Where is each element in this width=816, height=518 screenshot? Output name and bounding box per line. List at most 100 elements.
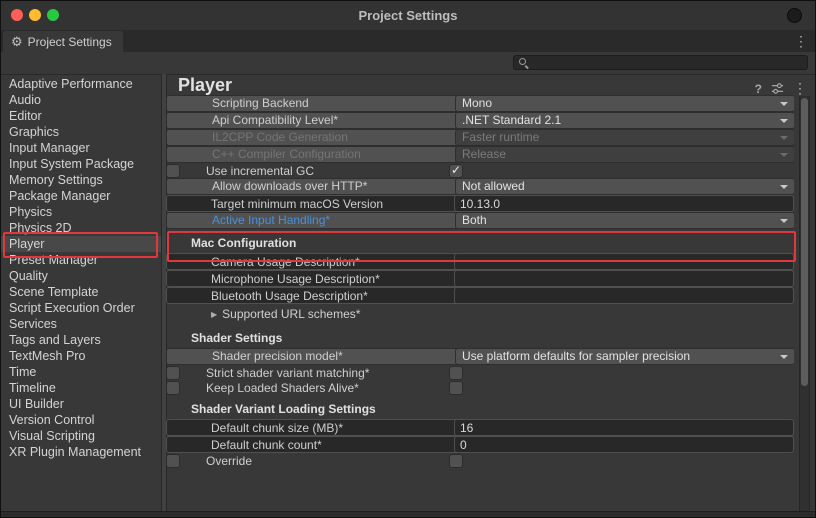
setting-label: Active Input Handling* <box>173 213 455 228</box>
setting-control <box>454 270 794 287</box>
settings-row: Mac Configuration <box>166 233 794 253</box>
tab-overflow-menu-icon[interactable]: ⋮ <box>794 32 808 50</box>
foldout-header[interactable]: ▶ Supported URL schemes* <box>166 307 448 321</box>
sidebar-item-textmesh-pro[interactable]: TextMesh Pro <box>1 348 161 364</box>
settings-row: Microphone Usage Description* <box>166 270 794 287</box>
chevron-down-icon <box>780 185 788 189</box>
setting-control: ✓ <box>449 163 789 180</box>
setting-label: Shader precision model* <box>173 349 455 364</box>
sidebar-list: Adaptive PerformanceAudioEditorGraphicsI… <box>1 76 161 460</box>
sidebar-item-scene-template[interactable]: Scene Template <box>1 284 161 300</box>
settings-row: Strict shader variant matching* <box>166 366 180 380</box>
dropdown[interactable]: Mono <box>455 95 794 112</box>
setting-label: Default chunk size (MB)* <box>172 421 454 435</box>
sidebar-item-tags-and-layers[interactable]: Tags and Layers <box>1 332 161 348</box>
chevron-down-icon <box>780 136 788 140</box>
settings-row: C++ Compiler Configuration Release <box>166 146 794 163</box>
sidebar-item-services[interactable]: Services <box>1 316 161 332</box>
setting-control: Not allowed <box>455 178 794 195</box>
checkbox[interactable] <box>449 454 463 468</box>
foldout-label-text: Supported URL schemes* <box>222 307 360 321</box>
sidebar-item-editor[interactable]: Editor <box>1 108 161 124</box>
sidebar: Adaptive PerformanceAudioEditorGraphicsI… <box>1 74 161 512</box>
kebab-menu-icon[interactable]: ⋮ <box>793 80 807 97</box>
sidebar-item-physics-2d[interactable]: Physics 2D <box>1 220 161 236</box>
setting-label: Bluetooth Usage Description* <box>172 289 454 303</box>
sidebar-item-visual-scripting[interactable]: Visual Scripting <box>1 428 161 444</box>
help-icon[interactable]: ? <box>755 82 762 96</box>
sidebar-item-timeline[interactable]: Timeline <box>1 380 161 396</box>
sidebar-item-player[interactable]: Player <box>1 236 161 252</box>
dropdown[interactable]: Use platform defaults for sampler precis… <box>455 348 794 365</box>
setting-control: Faster runtime <box>455 129 794 146</box>
search-input[interactable] <box>529 56 807 69</box>
setting-label: C++ Compiler Configuration <box>173 147 455 162</box>
text-field[interactable] <box>454 436 794 453</box>
toolbar <box>1 52 815 75</box>
sidebar-item-input-manager[interactable]: Input Manager <box>1 140 161 156</box>
settings-rows: Scripting BackendMonoApi Compatibility L… <box>166 95 794 515</box>
sidebar-item-graphics[interactable]: Graphics <box>1 124 161 140</box>
dropdown[interactable]: Not allowed <box>455 178 794 195</box>
search-box <box>513 55 808 70</box>
sidebar-item-xr-plugin-management[interactable]: XR Plugin Management <box>1 444 161 460</box>
setting-control: Release <box>455 146 794 163</box>
settings-row: Api Compatibility Level*.NET Standard 2.… <box>166 112 794 129</box>
setting-control <box>454 287 794 304</box>
sidebar-item-quality[interactable]: Quality <box>1 268 161 284</box>
settings-row: Override <box>166 454 180 468</box>
section-header: Mac Configuration <box>166 236 586 250</box>
setting-control <box>454 195 794 212</box>
sidebar-item-physics[interactable]: Physics <box>1 204 161 220</box>
dropdown-value: Use platform defaults for sampler precis… <box>462 349 776 364</box>
dropdown: Faster runtime <box>455 129 794 146</box>
tab-project-settings[interactable]: ⚙ Project Settings <box>3 31 123 52</box>
checkmark-icon: ✓ <box>451 163 461 177</box>
text-field[interactable] <box>454 419 794 436</box>
dropdown[interactable]: Both <box>455 212 794 229</box>
text-field[interactable] <box>454 253 794 270</box>
checkbox[interactable]: ✓ <box>449 164 463 178</box>
sidebar-item-memory-settings[interactable]: Memory Settings <box>1 172 161 188</box>
sidebar-item-adaptive-performance[interactable]: Adaptive Performance <box>1 76 161 92</box>
text-field[interactable] <box>454 270 794 287</box>
main-panel: Player Scripting BackendMonoApi Compatib… <box>166 74 794 515</box>
sidebar-item-preset-manager[interactable]: Preset Manager <box>1 252 161 268</box>
settings-row: Bluetooth Usage Description* <box>166 287 794 304</box>
setting-control <box>449 453 789 470</box>
sidebar-item-time[interactable]: Time <box>1 364 161 380</box>
setting-control <box>454 419 794 436</box>
dropdown[interactable]: .NET Standard 2.1 <box>455 112 794 129</box>
settings-row: Default chunk size (MB)* <box>166 419 794 436</box>
sidebar-item-version-control[interactable]: Version Control <box>1 412 161 428</box>
setting-control: Use platform defaults for sampler precis… <box>455 348 794 365</box>
scrollbar-thumb[interactable] <box>801 98 808 386</box>
sidebar-item-ui-builder[interactable]: UI Builder <box>1 396 161 412</box>
dropdown: Release <box>455 146 794 163</box>
setting-label: Microphone Usage Description* <box>172 272 454 286</box>
sidebar-item-input-system-package[interactable]: Input System Package <box>1 156 161 172</box>
dropdown-value: Release <box>462 147 776 162</box>
project-settings-window: Project Settings ⚙ Project Settings ⋮ Ad… <box>0 0 816 518</box>
titlebar-status-icon <box>787 8 802 23</box>
dropdown-value: Not allowed <box>462 179 776 194</box>
settings-row: Active Input Handling*Both <box>166 212 794 229</box>
settings-row: Allow downloads over HTTP*Not allowed <box>166 178 794 195</box>
sidebar-item-audio[interactable]: Audio <box>1 92 161 108</box>
text-field[interactable] <box>454 195 794 212</box>
titlebar: Project Settings <box>1 1 815 31</box>
setting-label: Use incremental GC <box>167 164 449 178</box>
tab-bar: ⚙ Project Settings ⋮ <box>1 30 815 52</box>
sidebar-item-package-manager[interactable]: Package Manager <box>1 188 161 204</box>
text-field[interactable] <box>454 287 794 304</box>
sidebar-item-script-execution-order[interactable]: Script Execution Order <box>1 300 161 316</box>
setting-label: Camera Usage Description* <box>172 255 454 269</box>
checkbox[interactable] <box>449 381 463 395</box>
scrollbar-track[interactable] <box>799 96 810 512</box>
settings-row: ▶ Supported URL schemes* <box>166 304 794 324</box>
foldout-triangle-icon: ▶ <box>211 310 217 319</box>
settings-row: Shader precision model* Use platform defa… <box>166 348 794 365</box>
setting-label: Scripting Backend <box>173 96 455 111</box>
checkbox[interactable] <box>449 366 463 380</box>
preset-icon[interactable] <box>771 82 784 95</box>
